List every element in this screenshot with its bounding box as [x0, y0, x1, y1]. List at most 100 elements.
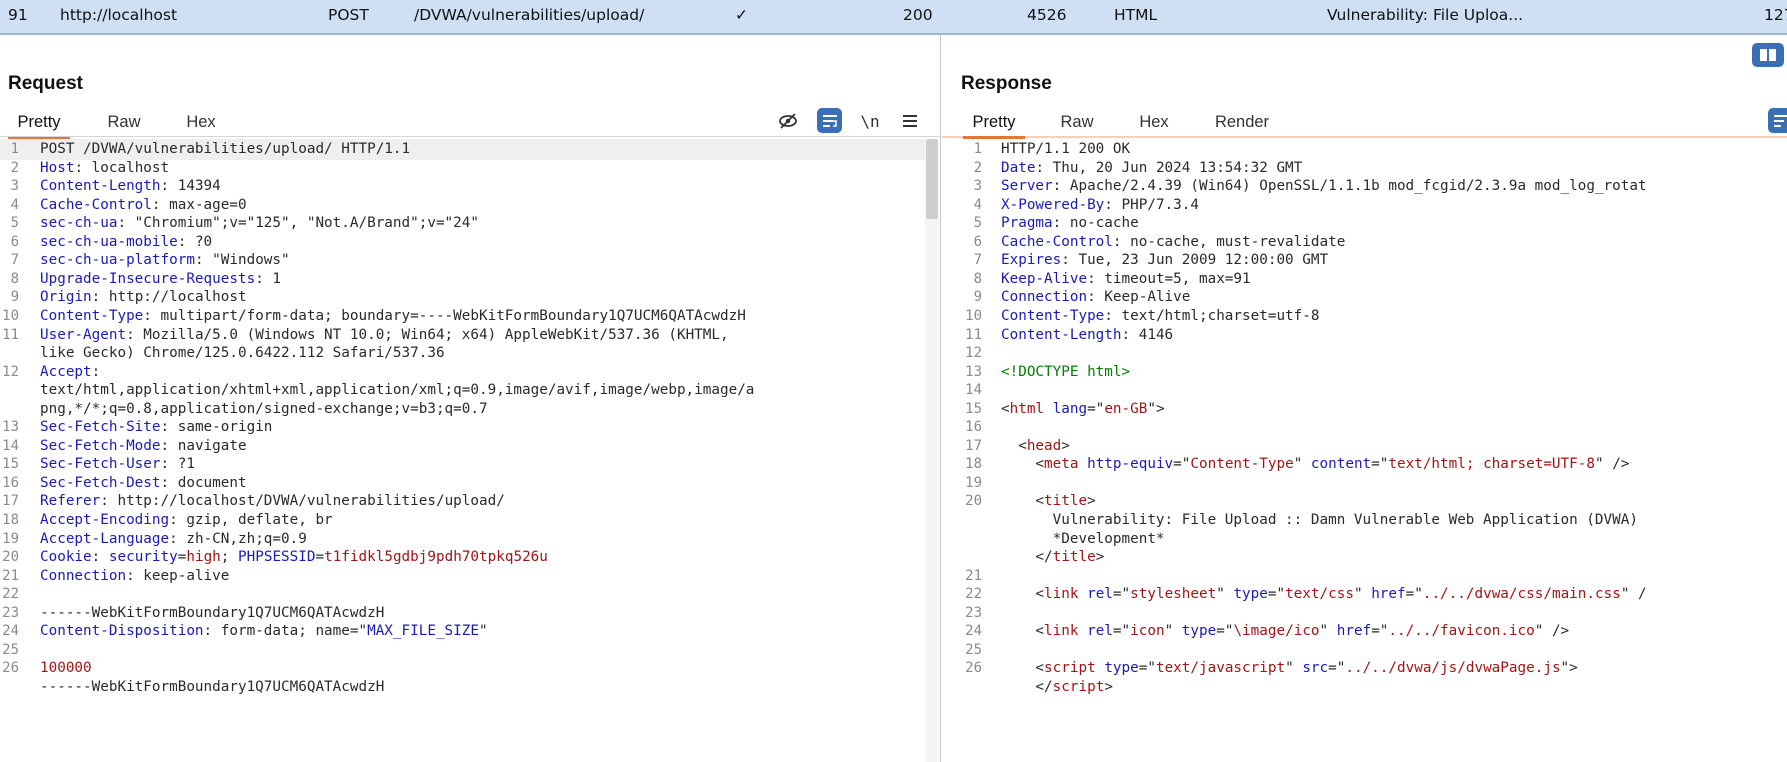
code-token: PHPSESSID	[238, 549, 316, 566]
history-host: http://localhost	[60, 6, 178, 24]
code-token: Sec-Fetch-Site	[40, 419, 161, 436]
code-token: sec-ch-ua	[40, 215, 118, 232]
code-token: ="	[1216, 623, 1234, 640]
code-token: : 14394	[160, 178, 221, 195]
tab-response-render[interactable]: Render	[1207, 107, 1277, 137]
tab-request-raw[interactable]: Raw	[100, 107, 148, 137]
code-token: Sec-Fetch-Dest	[40, 474, 161, 491]
tab-response-pretty[interactable]: Pretty	[963, 107, 1025, 139]
newline-toggle-icon[interactable]: \n	[857, 108, 883, 134]
line-number: 11	[2, 326, 19, 343]
code-token: : multipart/form-data; boundary=----WebK…	[143, 307, 746, 324]
history-mime: HTML	[1114, 6, 1158, 24]
code-token: : http://localhost/DVWA/vulnerabilities/…	[100, 493, 505, 510]
code-token: ="	[1371, 456, 1389, 473]
hide-nonprintable-icon[interactable]	[775, 108, 801, 134]
code-token: type	[1181, 623, 1217, 640]
code-token: link	[1044, 623, 1079, 640]
code-token: : navigate	[160, 437, 247, 454]
code-token: =	[315, 549, 325, 566]
code-token: png,*/*;q=0.8,application/signed-exchang…	[40, 400, 488, 417]
code-token: ../../dvwa/css/main.css	[1422, 586, 1621, 603]
code-token: : PHP/7.3.4	[1104, 196, 1199, 213]
code-token: sec-ch-ua-mobile	[40, 233, 178, 250]
code-token: Connection	[1001, 289, 1088, 306]
code-token: rel	[1087, 623, 1113, 640]
code-token: : 4146	[1121, 326, 1174, 343]
tab-response-hex[interactable]: Hex	[1131, 107, 1177, 137]
response-wrap-lines-icon[interactable]	[1768, 108, 1787, 133]
line-number: 26	[965, 660, 982, 677]
wrap-lines-icon[interactable]	[817, 108, 842, 133]
code-token: ------WebKitFormBoundary1Q7UCM6QATAcwdzH	[40, 604, 385, 621]
code-token: Connection	[40, 567, 127, 584]
code-token: : no-cache	[1052, 215, 1139, 232]
code-token: Content-Type	[40, 307, 144, 324]
code-token: ="	[1267, 586, 1286, 603]
code-token: link	[1044, 586, 1079, 603]
code-token: : Apache/2.4.39 (Win64) OpenSSL/1.1.1b m…	[1052, 178, 1647, 195]
code-token: : gzip, deflate, br	[169, 512, 333, 528]
code-token: Cache-Control	[1001, 233, 1113, 250]
code-token: : form-data; name="	[203, 623, 368, 640]
code-token: <	[1001, 456, 1045, 473]
code-token: Vulnerability: File Upload :: Damn Vulne…	[1001, 512, 1638, 528]
tab-request-hex[interactable]: Hex	[178, 107, 224, 137]
code-token: <	[1001, 493, 1045, 510]
request-title: Request	[8, 73, 83, 94]
code-token: Pragma	[1001, 215, 1053, 232]
request-editor[interactable]: 1 POST /DVWA/vulnerabilities/upload/ HTTP…	[0, 139, 940, 762]
code-text: Connection: keep-alive	[40, 566, 229, 587]
code-token: </	[1001, 549, 1053, 566]
code-token: text/css	[1285, 586, 1354, 603]
code-token: *Development*	[1001, 530, 1165, 547]
code-token: POST /DVWA/vulnerabilities/upload/ HTTP/…	[40, 141, 411, 157]
code-text: <link rel="icon" type="\image/ico" href=…	[1001, 621, 1569, 642]
code-token: html	[1009, 400, 1045, 417]
code-token: Host	[40, 159, 75, 176]
code-token: : http://localhost	[91, 289, 247, 306]
code-token: ="	[1112, 623, 1131, 640]
code-token: <	[1001, 586, 1045, 603]
code-token: : Keep-Alive	[1087, 289, 1191, 306]
code-token: : keep-alive	[126, 567, 230, 584]
layout-split-icon[interactable]	[1752, 43, 1784, 67]
code-token: MAX_FILE_SIZE	[367, 623, 479, 640]
code-text: <link rel="stylesheet" type="text/css" h…	[1001, 584, 1647, 605]
code-token: >	[1087, 493, 1096, 510]
history-row-selected[interactable]: 91 http://localhost POST /DVWA/vulnerabi…	[0, 0, 1787, 35]
code-token: Cache-Control	[40, 196, 152, 213]
code-token: "	[1216, 586, 1234, 603]
code-token: Cookie	[40, 549, 92, 566]
code-token: : document	[160, 474, 247, 491]
code-token: : max-age=0	[151, 196, 247, 213]
response-editor[interactable]: 1 HTTP/1.1 200 OK 2 Date: Thu, 20 Jun 2024 …	[942, 139, 1787, 762]
history-extra: 127	[1764, 6, 1787, 24]
code-token: >	[1104, 678, 1113, 695]
code-token: sec-ch-ua-platform	[40, 252, 195, 269]
code-token: User-Agent	[40, 326, 127, 343]
code-token: ="	[1405, 586, 1423, 603]
code-token: title	[1044, 493, 1088, 510]
code-token: <!DOCTYPE html>	[1001, 363, 1131, 380]
history-num: 91	[8, 6, 28, 24]
code-token: "	[1285, 660, 1303, 677]
history-edited-check: ✓	[735, 6, 748, 24]
code-token: >	[1095, 549, 1105, 566]
code-token: http-equiv	[1087, 456, 1174, 473]
code-token: ="	[1112, 586, 1131, 603]
tab-request-pretty[interactable]: Pretty	[8, 107, 70, 139]
code-token: : same-origin	[160, 419, 273, 436]
menu-icon[interactable]	[897, 108, 923, 134]
code-text: like Gecko) Chrome/125.0.6422.112 Safari…	[40, 343, 445, 364]
code-token: " />	[1534, 623, 1570, 640]
code-token: HTTP/1.1 200 OK	[1001, 141, 1131, 157]
code-token: en-GB	[1104, 400, 1148, 417]
code-token: X-Powered-By	[1001, 196, 1105, 213]
code-token: like Gecko) Chrome/125.0.6422.112 Safari…	[40, 345, 445, 362]
code-token: " /	[1620, 586, 1647, 603]
tab-response-raw[interactable]: Raw	[1053, 107, 1101, 137]
